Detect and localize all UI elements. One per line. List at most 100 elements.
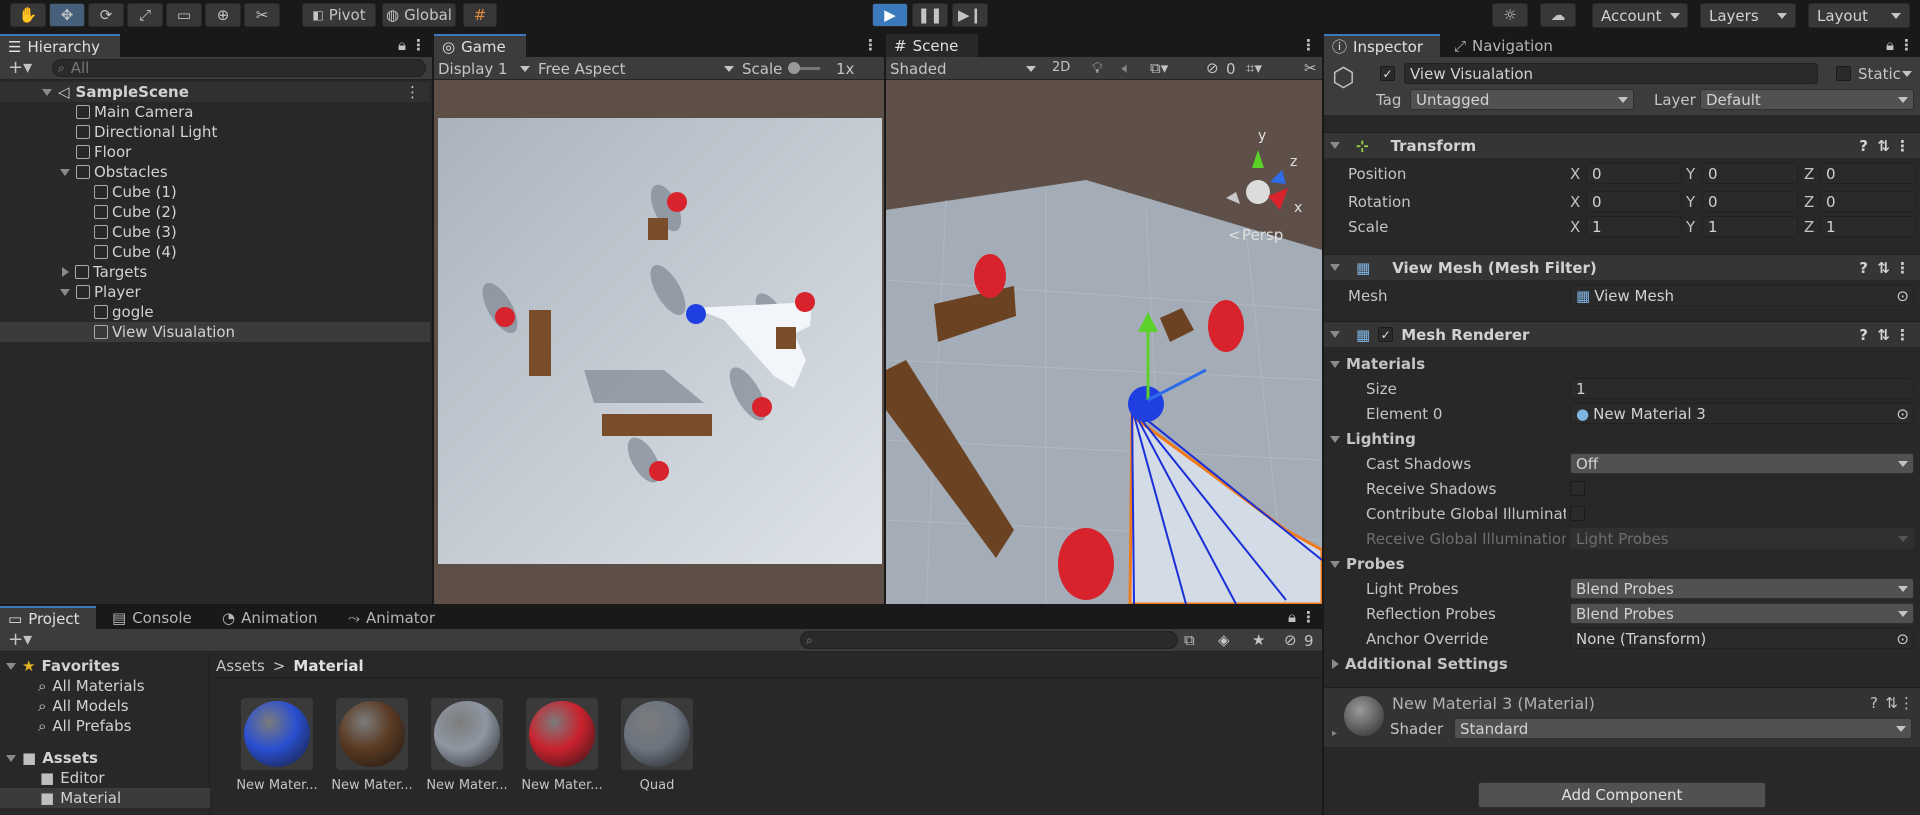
hierarchy-item[interactable]: Targets bbox=[0, 262, 430, 282]
tag-icon[interactable]: ◈ bbox=[1218, 631, 1230, 649]
active-checkbox[interactable]: ✓ bbox=[1380, 66, 1395, 81]
hierarchy-item[interactable]: Main Camera bbox=[0, 102, 430, 122]
scene-viewport[interactable]: y z x Persp < bbox=[886, 80, 1322, 604]
rotation-field[interactable]: 0 bbox=[1820, 191, 1916, 212]
play-button[interactable]: ▶ bbox=[872, 3, 908, 27]
panel-menu-icon[interactable]: ⋮ bbox=[1899, 36, 1914, 54]
rotate-tool-button[interactable]: ⟳ bbox=[88, 3, 124, 27]
move-tool-button[interactable]: ✥ bbox=[49, 3, 85, 27]
hierarchy-item[interactable]: Directional Light bbox=[0, 122, 430, 142]
chevron-down-icon[interactable] bbox=[1902, 71, 1912, 77]
element0-field[interactable]: ● New Material 3 ⊙ bbox=[1570, 403, 1914, 424]
shading-dropdown[interactable]: Shaded bbox=[890, 58, 1036, 79]
panel-menu-icon[interactable]: ⋮ bbox=[863, 36, 878, 54]
tab-project[interactable]: ▭ Project bbox=[0, 606, 96, 629]
hierarchy-item[interactable]: Floor bbox=[0, 142, 430, 162]
help-icon[interactable]: ? bbox=[1859, 326, 1868, 344]
tab-hierarchy[interactable]: ☰ Hierarchy bbox=[0, 34, 120, 57]
scale-slider-handle[interactable] bbox=[788, 62, 800, 74]
help-icon[interactable]: ? bbox=[1870, 694, 1878, 712]
hierarchy-item[interactable]: Cube (2) bbox=[0, 202, 430, 222]
component-menu-icon[interactable]: ⋮ bbox=[1895, 326, 1910, 344]
visibility-icon[interactable]: ⊘ bbox=[1206, 59, 1219, 77]
presets-icon[interactable]: ⇅ bbox=[1877, 259, 1890, 277]
custom-tool-button[interactable]: ✂ bbox=[244, 3, 280, 27]
presets-icon[interactable]: ⇅ bbox=[1877, 326, 1890, 344]
pivot-toggle[interactable]: ◧ Pivot bbox=[302, 3, 376, 27]
presets-icon[interactable]: ⇅ bbox=[1877, 137, 1890, 155]
tab-animation[interactable]: ◔ Animation bbox=[214, 606, 324, 629]
component-menu-icon[interactable]: ⋮ bbox=[1899, 694, 1914, 712]
scene-menu-icon[interactable]: ⋮ bbox=[405, 83, 420, 101]
anchor-override-field[interactable]: None (Transform) ⊙ bbox=[1570, 628, 1914, 649]
lock-icon[interactable]: 🔒︎ bbox=[398, 36, 406, 54]
tab-game[interactable]: ◎ Game bbox=[434, 34, 526, 57]
layer-dropdown[interactable]: Default bbox=[1700, 89, 1914, 110]
rotation-field[interactable]: 0 bbox=[1702, 191, 1798, 212]
asset-item[interactable]: Quad bbox=[612, 698, 702, 798]
scene-row[interactable]: ◁ SampleScene ⋮ bbox=[0, 82, 430, 102]
rect-tool-button[interactable]: ▭ bbox=[166, 3, 202, 27]
favorites-row[interactable]: ★ Favorites bbox=[0, 656, 210, 676]
assets-row[interactable]: ■ Assets bbox=[0, 748, 210, 768]
hierarchy-item-selected[interactable]: View Visualation bbox=[0, 322, 430, 342]
scale-slider[interactable] bbox=[788, 62, 820, 74]
scale-field[interactable]: 1 bbox=[1586, 216, 1682, 237]
global-toggle[interactable]: ◍ Global bbox=[382, 3, 456, 27]
breadcrumb-material[interactable]: Material bbox=[293, 657, 363, 675]
hierarchy-item[interactable]: Obstacles bbox=[0, 162, 430, 182]
position-field[interactable]: 0 bbox=[1702, 163, 1798, 184]
transform-tool-button[interactable]: ⊕ bbox=[205, 3, 241, 27]
additional-settings-row[interactable]: Additional Settings bbox=[1324, 652, 1920, 676]
favorite-item[interactable]: ⌕ All Materials bbox=[0, 676, 210, 696]
folder-item[interactable]: ■ Editor bbox=[0, 768, 210, 788]
panel-menu-icon[interactable]: ⋮ bbox=[1301, 608, 1316, 626]
component-menu-icon[interactable]: ⋮ bbox=[1895, 137, 1910, 155]
materials-row[interactable]: Materials bbox=[1324, 352, 1920, 376]
favorite-item[interactable]: ⌕ All Prefabs bbox=[0, 716, 210, 736]
static-checkbox[interactable] bbox=[1836, 66, 1851, 81]
scale-tool-button[interactable]: ⤢ bbox=[127, 3, 163, 27]
lock-icon[interactable]: 🔒︎ bbox=[1288, 608, 1296, 626]
display-dropdown[interactable]: Display 1 bbox=[438, 58, 530, 79]
asset-item[interactable]: New Mater... bbox=[232, 698, 322, 798]
asset-item[interactable]: New Mater... bbox=[517, 698, 607, 798]
game-viewport[interactable] bbox=[434, 80, 884, 604]
size-field[interactable]: 1 bbox=[1570, 378, 1914, 399]
pause-button[interactable]: ❚❚ bbox=[912, 3, 948, 27]
audio-icon[interactable]: 🔈︎ bbox=[1122, 59, 1131, 77]
lighting-row[interactable]: Lighting bbox=[1324, 427, 1920, 451]
rotation-field[interactable]: 0 bbox=[1586, 191, 1682, 212]
tag-dropdown[interactable]: Untagged bbox=[1410, 89, 1634, 110]
project-search-input[interactable]: ⌕ bbox=[800, 631, 1178, 649]
asset-item[interactable]: New Mater... bbox=[422, 698, 512, 798]
contribute-gi-checkbox[interactable] bbox=[1570, 506, 1585, 521]
position-field[interactable]: 0 bbox=[1820, 163, 1916, 184]
services-button[interactable]: ☼ bbox=[1492, 3, 1528, 27]
help-icon[interactable]: ? bbox=[1859, 137, 1868, 155]
tab-animator[interactable]: ⤳ Animator bbox=[340, 606, 450, 629]
presets-icon[interactable]: ⇅ bbox=[1885, 694, 1898, 712]
tab-navigation[interactable]: ⤢ Navigation bbox=[1446, 34, 1596, 57]
probes-row[interactable]: Probes bbox=[1324, 552, 1920, 576]
mesh-field[interactable]: ▦ View Mesh ⊙ bbox=[1570, 285, 1914, 306]
mesh-renderer-enabled-checkbox[interactable]: ✓ bbox=[1378, 327, 1394, 342]
collapsed-icon[interactable]: ▸ bbox=[1332, 728, 1337, 739]
step-button[interactable]: ▶❙ bbox=[952, 3, 988, 27]
shader-dropdown[interactable]: Standard bbox=[1454, 718, 1912, 739]
star-icon[interactable]: ★ bbox=[1252, 631, 1265, 649]
scale-field[interactable]: 1 bbox=[1702, 216, 1798, 237]
account-dropdown[interactable]: Account bbox=[1592, 3, 1688, 28]
visibility-icon[interactable]: ⊘ bbox=[1284, 631, 1297, 649]
hierarchy-item[interactable]: Player bbox=[0, 282, 430, 302]
panel-menu-icon[interactable]: ⋮ bbox=[1301, 36, 1316, 54]
light-probes-dropdown[interactable]: Blend Probes bbox=[1570, 578, 1914, 599]
object-name-field[interactable]: View Visualation bbox=[1404, 63, 1818, 84]
add-icon[interactable]: +▾ bbox=[8, 57, 32, 78]
object-picker-icon[interactable]: ⊙ bbox=[1896, 630, 1909, 648]
folder-item-selected[interactable]: ■ Material bbox=[0, 788, 210, 808]
panel-menu-icon[interactable]: ⋮ bbox=[411, 36, 426, 54]
scale-field[interactable]: 1 bbox=[1820, 216, 1916, 237]
hierarchy-item[interactable]: gogle bbox=[0, 302, 430, 322]
tools-icon[interactable]: ✂ bbox=[1304, 59, 1317, 77]
